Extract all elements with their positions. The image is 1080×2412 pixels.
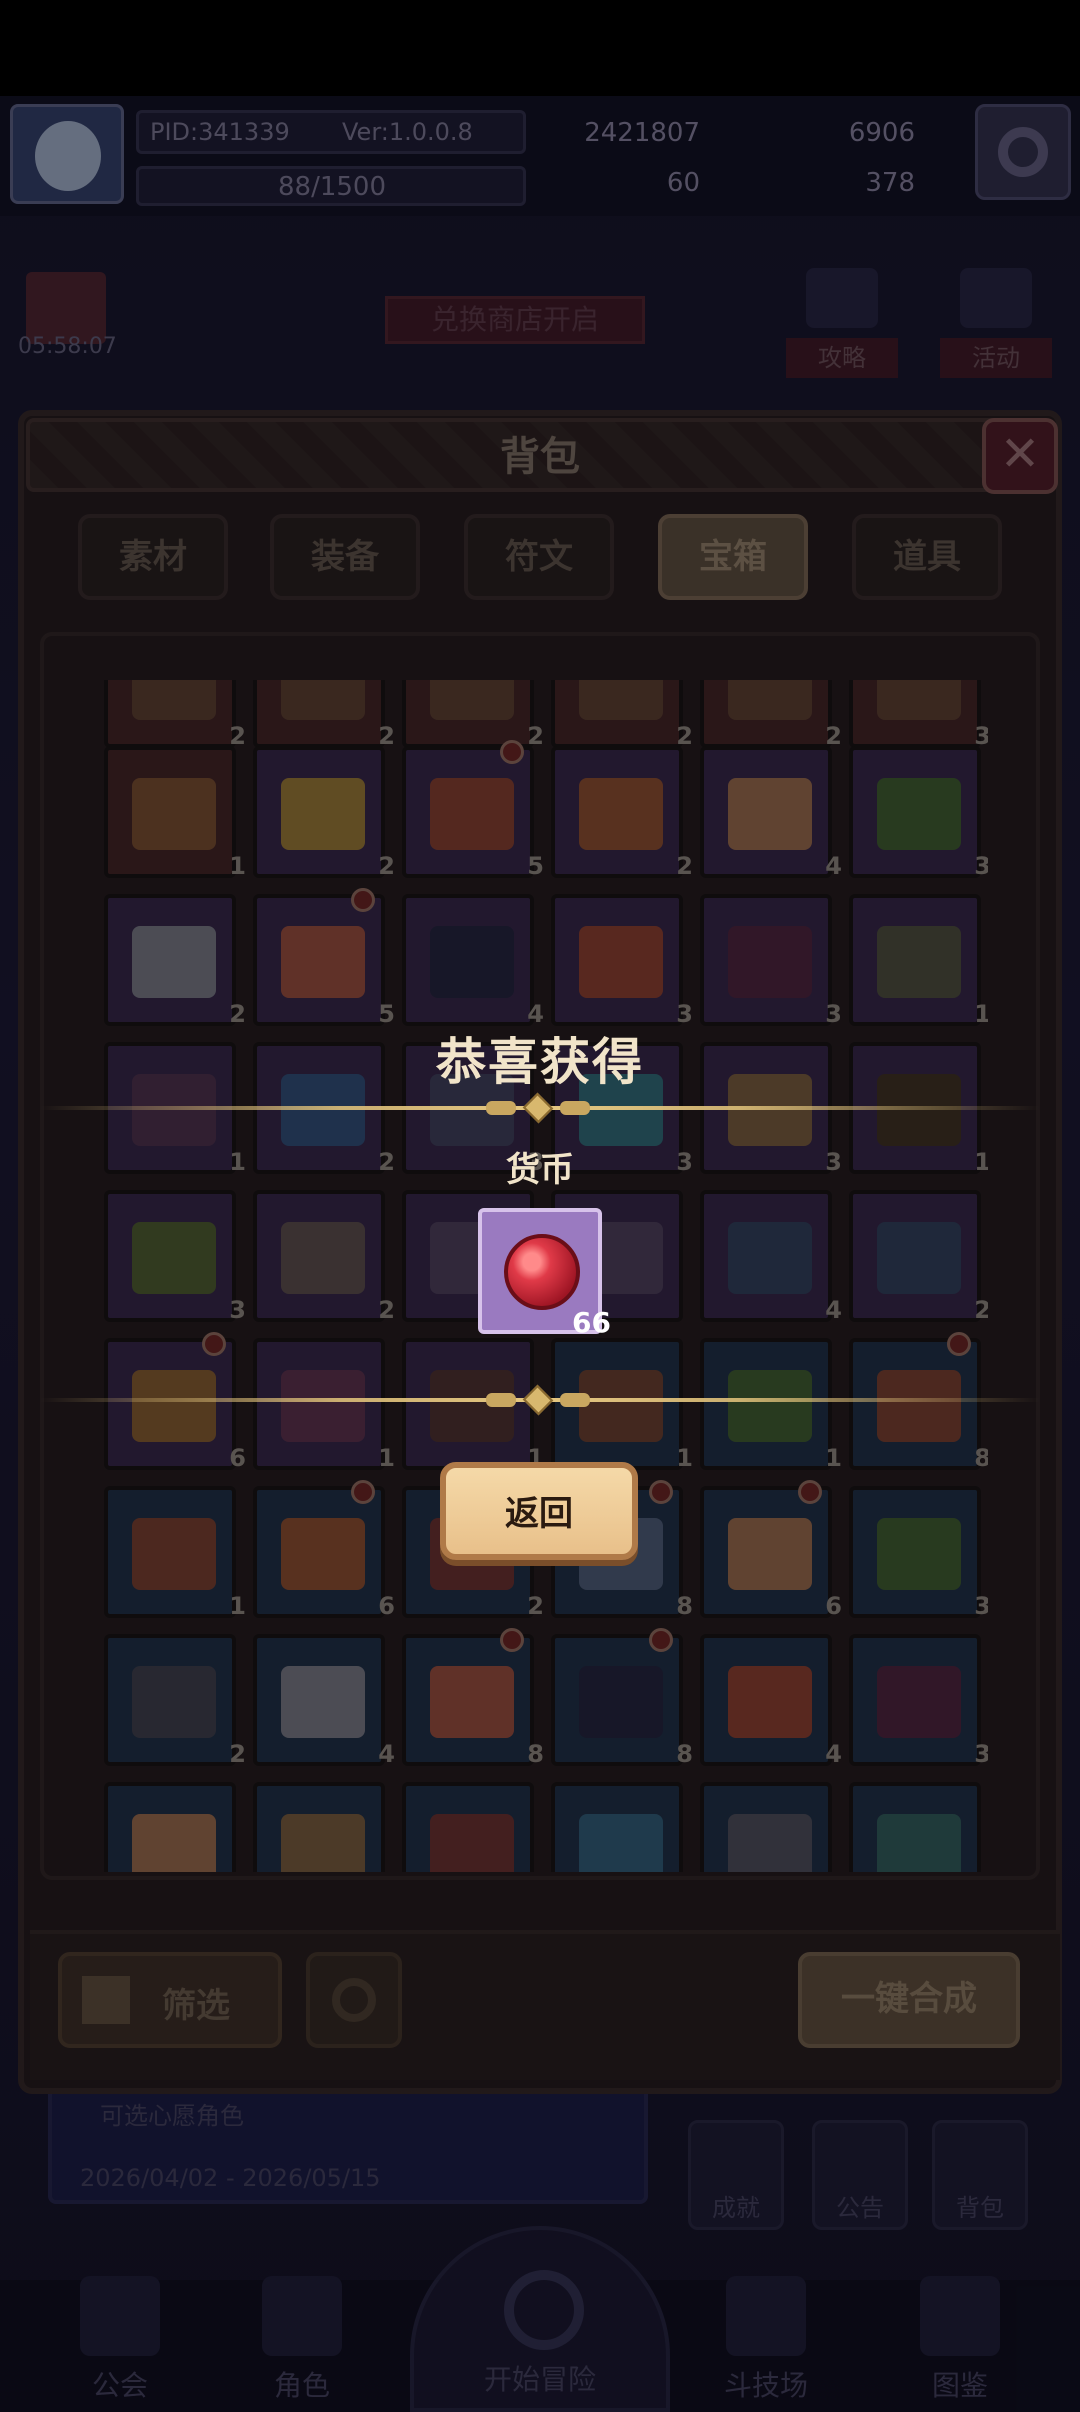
ornament-icon xyxy=(478,1092,598,1124)
reward-category: 货币 xyxy=(506,1150,574,1190)
red-gem-icon xyxy=(504,1234,580,1310)
reward-title: 恭喜获得 xyxy=(436,1033,644,1091)
reward-count: 66 xyxy=(572,1306,611,1339)
ornament-icon xyxy=(478,1384,598,1416)
return-button[interactable]: 返回 xyxy=(440,1462,638,1560)
return-label: 返回 xyxy=(505,1494,573,1534)
reward-overlay[interactable] xyxy=(0,0,1080,2412)
